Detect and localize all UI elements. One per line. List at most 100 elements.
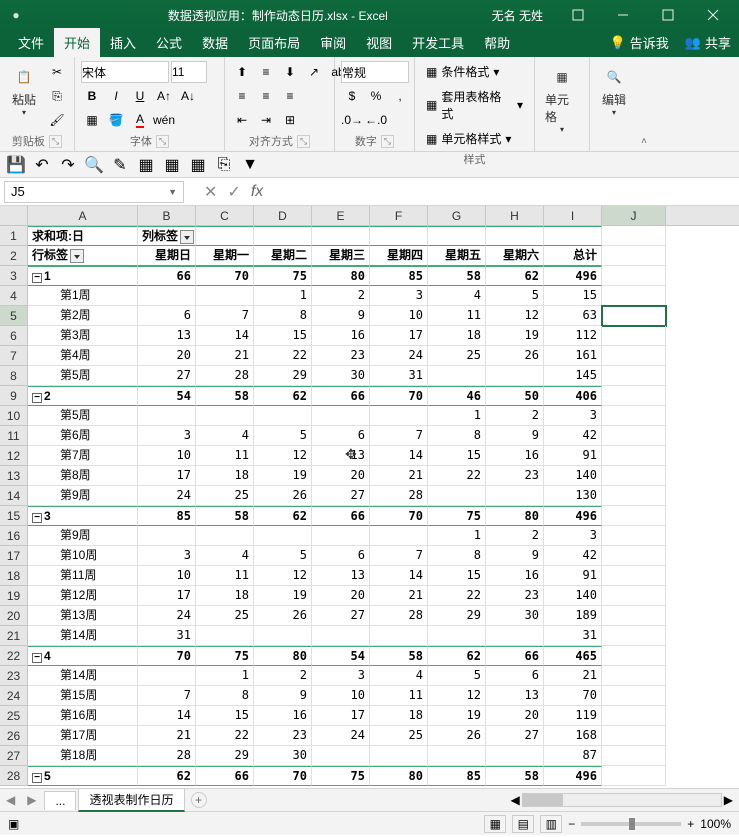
cell[interactable]: 第5周	[28, 406, 138, 426]
cells-area[interactable]: 求和项:日列标签行标签星期日星期一星期二星期三星期四星期五星期六总计−16670…	[28, 226, 666, 786]
tab-data[interactable]: 数据	[192, 28, 238, 57]
cell[interactable]: 70	[370, 506, 428, 526]
cell[interactable]: 19	[486, 326, 544, 346]
number-launcher[interactable]: ⤡	[381, 135, 394, 148]
cell[interactable]: 10	[138, 446, 196, 466]
cell[interactable]: 星期三	[312, 246, 370, 266]
row-header-9[interactable]: 9	[0, 386, 28, 406]
cell[interactable]: 25	[196, 486, 254, 506]
cell[interactable]: 星期四	[370, 246, 428, 266]
cell[interactable]	[602, 506, 666, 526]
editing-button[interactable]: 🔍编辑▾	[596, 61, 632, 119]
cell[interactable]	[138, 406, 196, 426]
cell[interactable]: 第10周	[28, 546, 138, 566]
cell[interactable]: 第7周	[28, 446, 138, 466]
cell[interactable]: 第9周	[28, 486, 138, 506]
row-header-14[interactable]: 14	[0, 486, 28, 506]
cell[interactable]	[254, 526, 312, 546]
cell[interactable]: 29	[254, 366, 312, 386]
cell[interactable]	[602, 246, 666, 266]
autosave-icon[interactable]: ●	[8, 7, 24, 23]
cell[interactable]: 7	[370, 426, 428, 446]
cell[interactable]: 8	[428, 546, 486, 566]
cell[interactable]: 62	[254, 506, 312, 526]
cell[interactable]: 85	[428, 766, 486, 786]
cell[interactable]: 1	[428, 526, 486, 546]
cell[interactable]	[196, 286, 254, 306]
qat-btn-5[interactable]: ✎	[110, 155, 130, 175]
close-icon[interactable]	[690, 0, 735, 30]
paste-button[interactable]: 📋 粘贴▾	[6, 61, 42, 119]
phonetic-button[interactable]: wén	[153, 109, 175, 131]
cell[interactable]: 星期五	[428, 246, 486, 266]
increase-decimal-button[interactable]: .0→	[341, 109, 363, 131]
cell[interactable]: 21	[138, 726, 196, 746]
cell[interactable]	[602, 326, 666, 346]
col-header-J[interactable]: J	[602, 206, 666, 225]
cell[interactable]: 11	[196, 446, 254, 466]
share-button[interactable]: 👥共享	[677, 28, 739, 57]
cell[interactable]: 30	[486, 606, 544, 626]
cell[interactable]: 80	[370, 766, 428, 786]
cell[interactable]: 7	[370, 546, 428, 566]
cell[interactable]	[486, 746, 544, 766]
cell[interactable]: 4	[428, 286, 486, 306]
cell[interactable]: 10	[138, 566, 196, 586]
cell[interactable]: 27	[486, 726, 544, 746]
cell[interactable]: 总计	[544, 246, 602, 266]
cell[interactable]: 31	[138, 626, 196, 646]
cell[interactable]: 14	[370, 446, 428, 466]
cell[interactable]: 3	[138, 426, 196, 446]
cell[interactable]: 求和项:日	[28, 226, 138, 246]
enter-formula-icon[interactable]: ✓	[227, 182, 240, 202]
cell[interactable]	[602, 626, 666, 646]
cell[interactable]: 62	[486, 266, 544, 286]
cell[interactable]: 25	[370, 726, 428, 746]
row-header-12[interactable]: 12	[0, 446, 28, 466]
cell[interactable]: −2	[28, 386, 138, 406]
cell[interactable]: 列标签	[138, 226, 196, 246]
cell[interactable]: 24	[138, 486, 196, 506]
cell[interactable]: 66	[312, 506, 370, 526]
fill-color-button[interactable]: 🪣	[105, 109, 127, 131]
cell[interactable]	[196, 406, 254, 426]
cell[interactable]: 70	[138, 646, 196, 666]
cell[interactable]: 9	[312, 306, 370, 326]
cell[interactable]: −5	[28, 766, 138, 786]
cell[interactable]: 16	[486, 566, 544, 586]
cell[interactable]: 6	[486, 666, 544, 686]
cell[interactable]: 6	[312, 426, 370, 446]
cell[interactable]: 25	[196, 606, 254, 626]
sheet-nav-prev[interactable]: ◀	[0, 793, 21, 807]
cell[interactable]	[428, 486, 486, 506]
cell[interactable]: 20	[312, 586, 370, 606]
row-header-23[interactable]: 23	[0, 666, 28, 686]
cell[interactable]: 1	[254, 286, 312, 306]
cell[interactable]: 62	[254, 386, 312, 406]
col-header-H[interactable]: H	[486, 206, 544, 225]
cell[interactable]: 30	[312, 366, 370, 386]
cell[interactable]: 9	[486, 426, 544, 446]
cell[interactable]	[486, 626, 544, 646]
cell[interactable]	[602, 746, 666, 766]
cell[interactable]: 50	[486, 386, 544, 406]
horizontal-scrollbar[interactable]	[522, 793, 722, 807]
row-header-6[interactable]: 6	[0, 326, 28, 346]
cell[interactable]: 25	[428, 346, 486, 366]
cell[interactable]: 第11周	[28, 566, 138, 586]
cell[interactable]: 12	[254, 566, 312, 586]
increase-indent-button[interactable]: ⇥	[255, 109, 277, 131]
row-header-7[interactable]: 7	[0, 346, 28, 366]
cell[interactable]: 85	[138, 506, 196, 526]
cell[interactable]: 14	[138, 706, 196, 726]
cell[interactable]	[602, 426, 666, 446]
cell[interactable]	[196, 526, 254, 546]
cell[interactable]: 21	[544, 666, 602, 686]
cell[interactable]: 70	[196, 266, 254, 286]
cell[interactable]: 22	[196, 726, 254, 746]
cell[interactable]: 80	[312, 266, 370, 286]
cell[interactable]: 22	[428, 466, 486, 486]
cell[interactable]: 第8周	[28, 466, 138, 486]
cell[interactable]: 10	[370, 306, 428, 326]
cell[interactable]	[602, 306, 666, 326]
